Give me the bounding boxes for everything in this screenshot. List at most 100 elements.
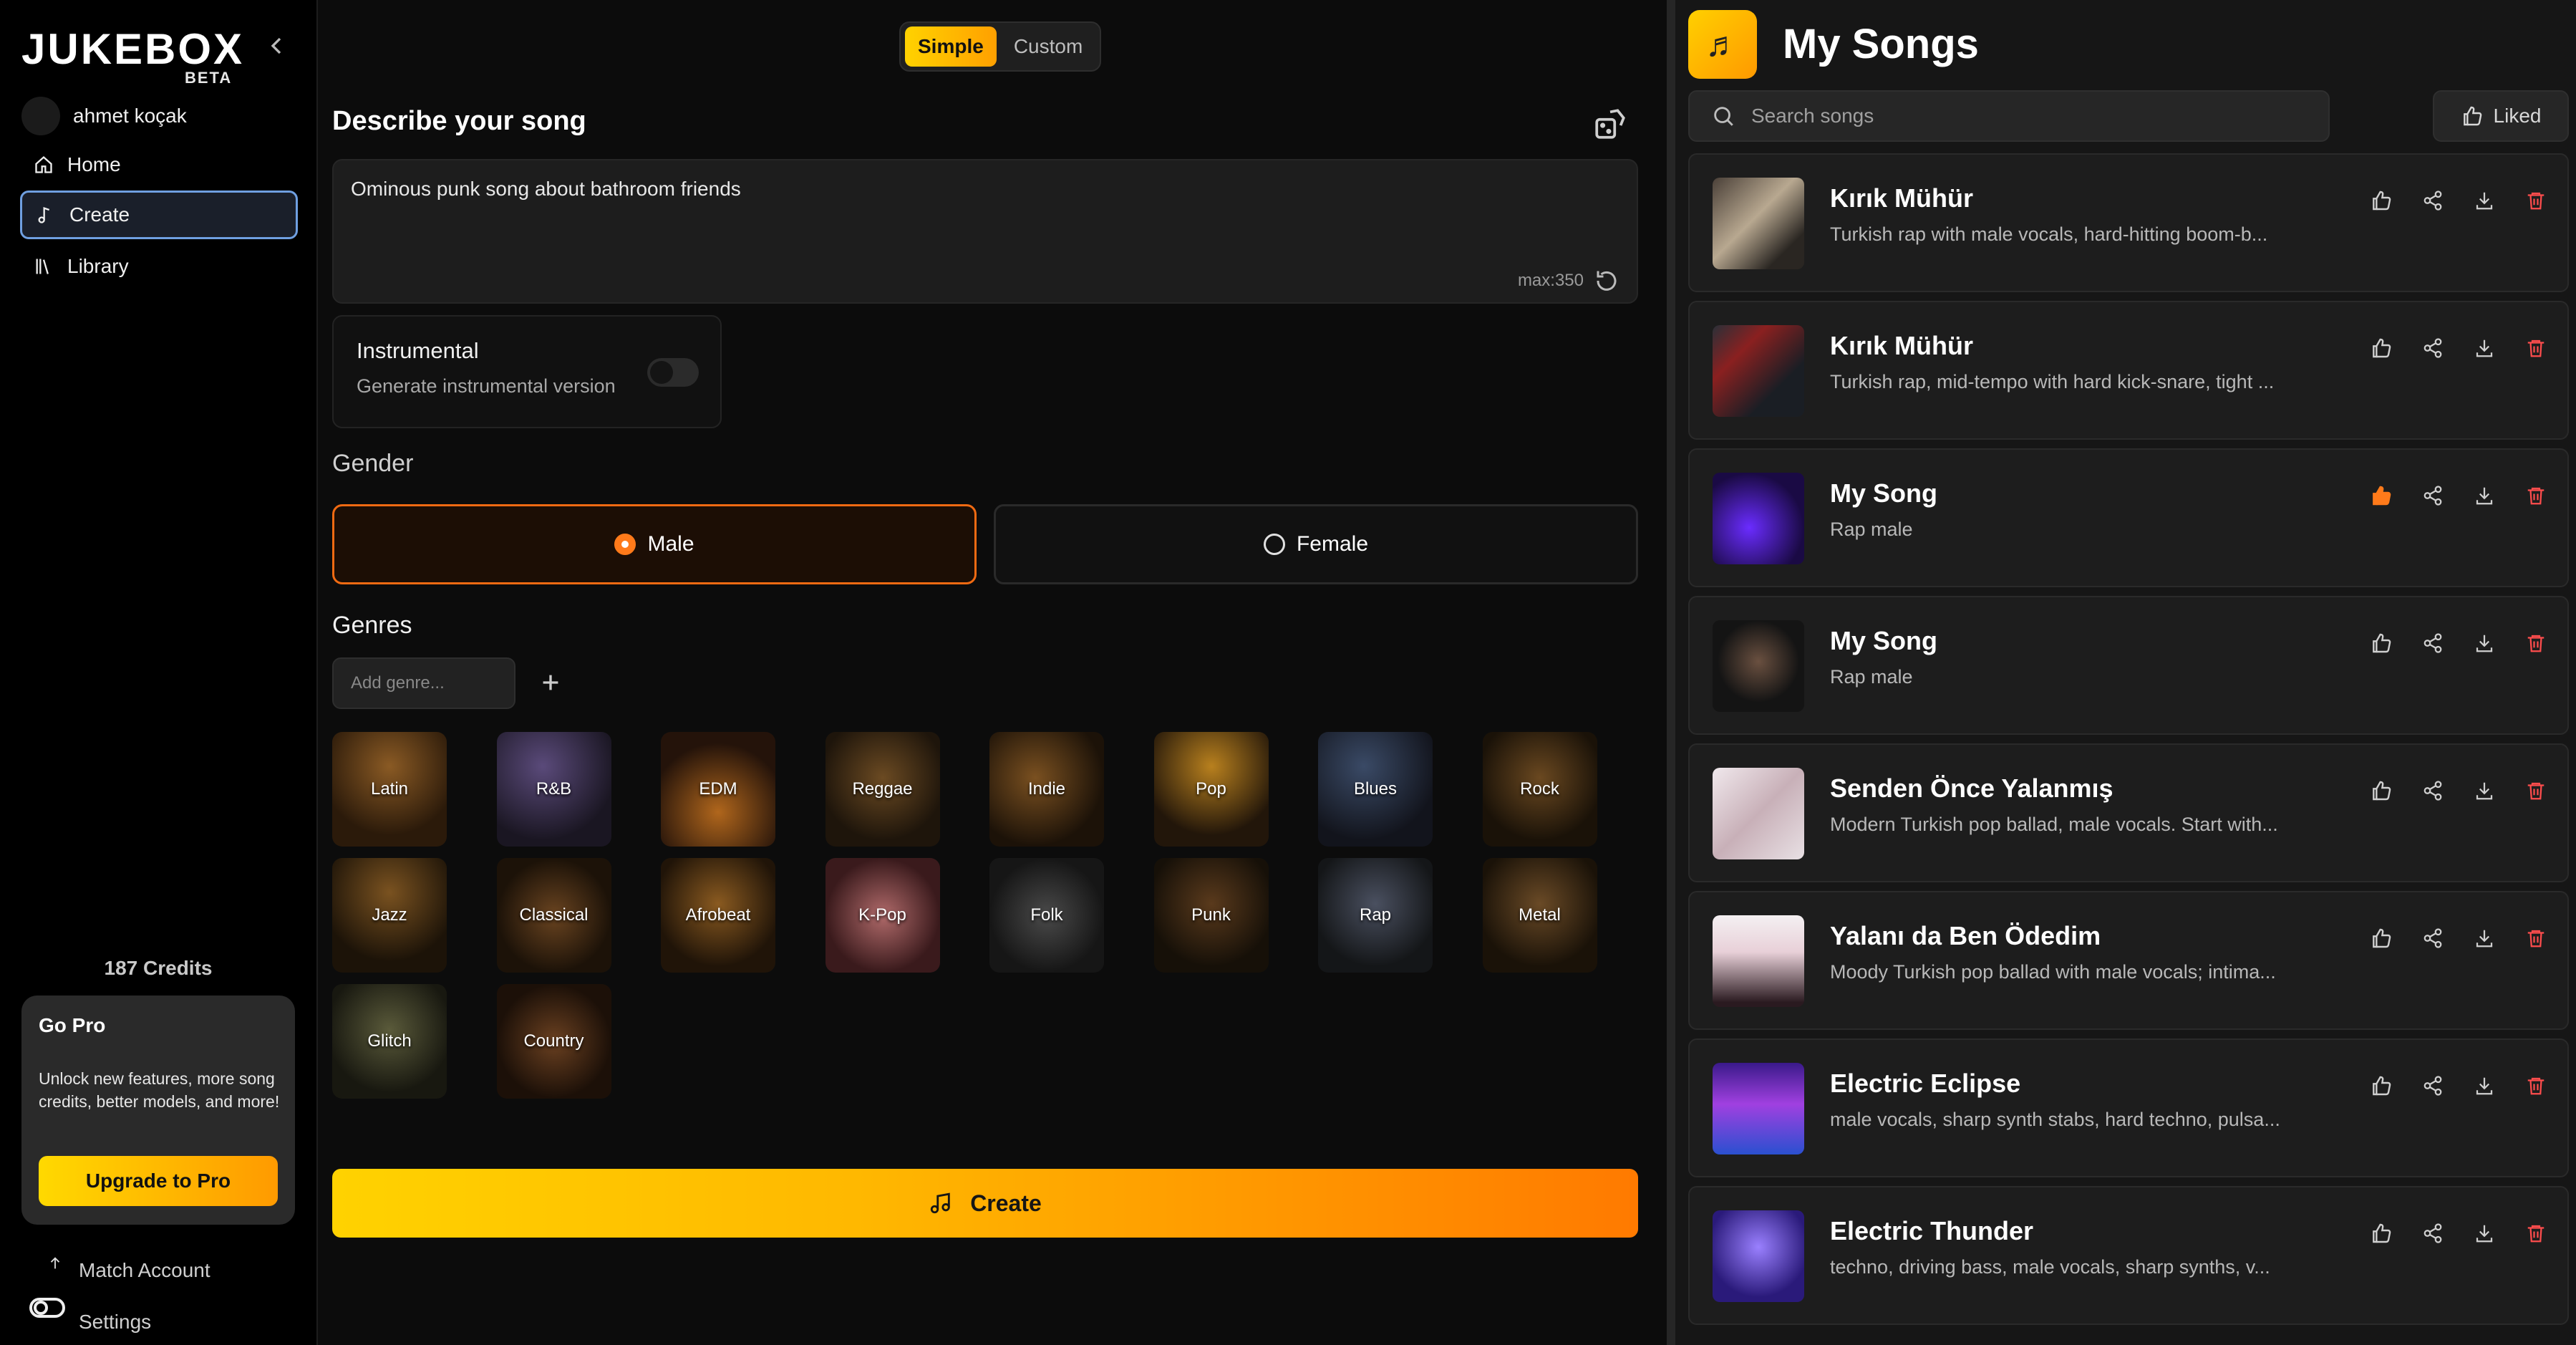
gender-female-option[interactable]: Female — [994, 504, 1638, 584]
delete-icon[interactable] — [2522, 481, 2550, 510]
like-icon[interactable] — [2367, 629, 2396, 657]
delete-icon[interactable] — [2522, 776, 2550, 805]
download-icon[interactable] — [2470, 629, 2499, 657]
add-genre-input[interactable]: Add genre... — [332, 657, 515, 709]
genre-tile[interactable]: Classical — [496, 858, 611, 973]
song-card[interactable]: Yalanı da Ben Ödedim Moody Turkish pop b… — [1688, 891, 2569, 1030]
gender-male-option[interactable]: Male — [332, 504, 977, 584]
genre-tile[interactable]: Blues — [1318, 732, 1433, 847]
song-card[interactable]: Kırık Mühür Turkish rap, mid-tempo with … — [1688, 301, 2569, 440]
upgrade-button[interactable]: Upgrade to Pro — [39, 1156, 278, 1206]
share-icon[interactable] — [2418, 1071, 2447, 1100]
download-icon[interactable] — [2470, 1071, 2499, 1100]
share-icon[interactable] — [2418, 924, 2447, 953]
genre-tile[interactable]: Jazz — [332, 858, 447, 973]
genre-label: Rock — [1520, 779, 1559, 799]
song-title[interactable]: Yalanı da Ben Ödedim — [1830, 921, 2101, 951]
song-cover[interactable] — [1713, 915, 1804, 1007]
song-title[interactable]: Kırık Mühür — [1830, 331, 1973, 361]
song-description-input[interactable]: Ominous punk song about bathroom friends… — [332, 159, 1638, 304]
like-icon[interactable] — [2367, 776, 2396, 805]
song-card[interactable]: Senden Önce Yalanmış Modern Turkish pop … — [1688, 743, 2569, 882]
genre-tile[interactable]: K-Pop — [825, 858, 940, 973]
randomize-icon[interactable] — [1592, 106, 1628, 142]
genre-tile[interactable]: Punk — [1153, 858, 1269, 973]
song-cover[interactable] — [1713, 473, 1804, 564]
genre-tile[interactable]: Country — [496, 984, 611, 1099]
like-icon[interactable] — [2367, 924, 2396, 953]
song-title[interactable]: Kırık Mühür — [1830, 183, 1973, 213]
song-card[interactable]: Electric Thunder techno, driving bass, m… — [1688, 1186, 2569, 1325]
delete-icon[interactable] — [2522, 1219, 2550, 1248]
song-cover[interactable] — [1713, 620, 1804, 712]
genre-tile[interactable]: Folk — [989, 858, 1104, 973]
song-cover[interactable] — [1713, 1210, 1804, 1302]
genre-tile[interactable]: Pop — [1153, 732, 1269, 847]
download-icon[interactable] — [2470, 924, 2499, 953]
share-icon[interactable] — [2418, 629, 2447, 657]
toggle-icon[interactable] — [29, 1295, 66, 1321]
mode-custom-button[interactable]: Custom — [1001, 26, 1095, 67]
genre-tile[interactable]: Afrobeat — [661, 858, 775, 973]
reset-icon[interactable] — [1594, 268, 1619, 294]
instrumental-toggle[interactable] — [647, 358, 699, 387]
share-icon[interactable] — [2418, 481, 2447, 510]
liked-filter-button[interactable]: Liked — [2433, 90, 2569, 142]
nav-item-library[interactable]: Library — [20, 242, 298, 291]
download-icon[interactable] — [2470, 1219, 2499, 1248]
share-icon[interactable] — [2418, 1219, 2447, 1248]
nav-item-create[interactable]: Create — [20, 191, 298, 239]
song-title[interactable]: Electric Thunder — [1830, 1216, 2033, 1246]
song-card[interactable]: My Song Rap male — [1688, 448, 2569, 587]
delete-icon[interactable] — [2522, 186, 2550, 215]
delete-icon[interactable] — [2522, 334, 2550, 362]
genre-tile[interactable]: Rock — [1482, 732, 1597, 847]
song-title[interactable]: Senden Önce Yalanmış — [1830, 773, 2113, 804]
song-card[interactable]: My Song Rap male — [1688, 596, 2569, 735]
share-icon[interactable] — [2418, 334, 2447, 362]
genre-tile[interactable]: Reggae — [825, 732, 940, 847]
download-icon[interactable] — [2470, 186, 2499, 215]
genre-label: Metal — [1519, 905, 1561, 925]
create-button[interactable]: Create — [332, 1169, 1638, 1238]
search-songs-input[interactable]: Search songs — [1688, 90, 2330, 142]
genre-tile[interactable]: Rap — [1318, 858, 1433, 973]
like-icon[interactable] — [2367, 186, 2396, 215]
delete-icon[interactable] — [2522, 1071, 2550, 1100]
delete-icon[interactable] — [2522, 924, 2550, 953]
download-icon[interactable] — [2470, 334, 2499, 362]
match-account-link[interactable]: Match Account — [79, 1259, 210, 1282]
genre-tile[interactable]: EDM — [661, 732, 775, 847]
genre-tile[interactable]: Glitch — [332, 984, 447, 1099]
song-description: Rap male — [1830, 666, 1913, 688]
genre-tile[interactable]: Latin — [332, 732, 447, 847]
download-icon[interactable] — [2470, 776, 2499, 805]
add-genre-plus-icon[interactable] — [533, 665, 568, 700]
song-card[interactable]: Kırık Mühür Turkish rap with male vocals… — [1688, 153, 2569, 292]
song-cover[interactable] — [1713, 178, 1804, 269]
settings-link[interactable]: Settings — [79, 1311, 151, 1334]
song-title[interactable]: My Song — [1830, 478, 1937, 508]
delete-icon[interactable] — [2522, 629, 2550, 657]
collapse-sidebar-icon[interactable] — [262, 32, 291, 60]
nav-item-home[interactable]: Home — [20, 140, 298, 189]
genre-tile[interactable]: Indie — [989, 732, 1104, 847]
share-icon[interactable] — [2418, 776, 2447, 805]
song-cover[interactable] — [1713, 325, 1804, 417]
genre-tile[interactable]: Metal — [1482, 858, 1597, 973]
song-title[interactable]: My Song — [1830, 626, 1937, 656]
song-cover[interactable] — [1713, 1063, 1804, 1154]
song-cover[interactable] — [1713, 768, 1804, 859]
song-card[interactable]: Electric Eclipse male vocals, sharp synt… — [1688, 1038, 2569, 1177]
song-title[interactable]: Electric Eclipse — [1830, 1069, 2020, 1099]
share-icon[interactable] — [2418, 186, 2447, 215]
user-profile[interactable]: ahmet koçak — [21, 97, 187, 135]
like-icon[interactable] — [2367, 1219, 2396, 1248]
mode-simple-button[interactable]: Simple — [905, 26, 997, 67]
download-icon[interactable] — [2470, 481, 2499, 510]
like-icon[interactable] — [2367, 481, 2396, 510]
genre-tile[interactable]: R&B — [496, 732, 611, 847]
brand-logo[interactable]: JUKEBOX BETA — [21, 24, 242, 89]
like-icon[interactable] — [2367, 334, 2396, 362]
like-icon[interactable] — [2367, 1071, 2396, 1100]
